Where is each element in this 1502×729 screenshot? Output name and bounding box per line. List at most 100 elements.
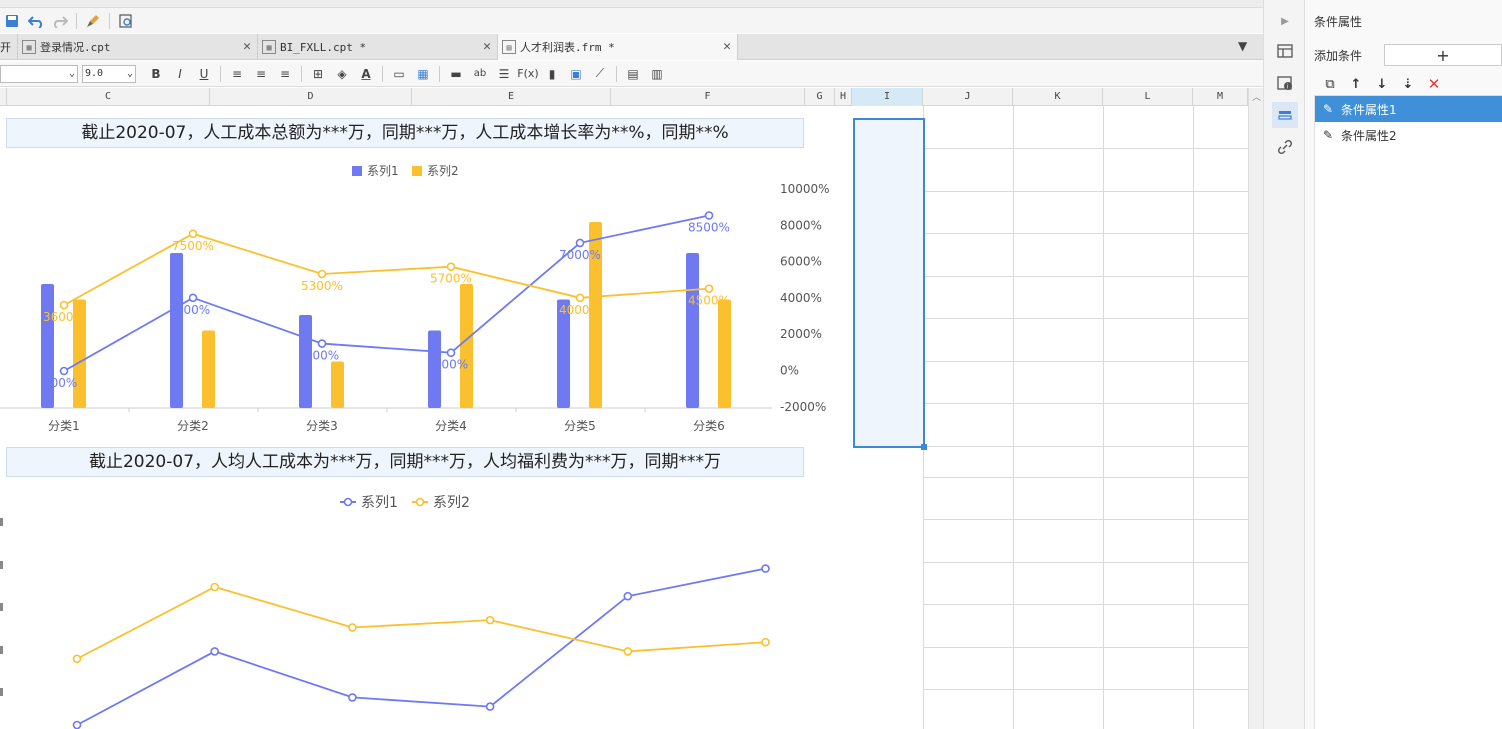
scroll-up-arrow-icon[interactable]: ︿ bbox=[1252, 90, 1261, 103]
grid-line bbox=[923, 477, 1248, 478]
x-tick-label: 分类3 bbox=[306, 419, 338, 433]
fill-color-icon[interactable]: ◈ bbox=[330, 64, 354, 84]
data-label: 8500% bbox=[688, 220, 730, 234]
align-left-icon[interactable]: ≡ bbox=[225, 64, 249, 84]
grid-line bbox=[1013, 106, 1014, 729]
tab-menu-icon[interactable]: ▼ bbox=[1238, 39, 1247, 53]
x-tick-label: 分类2 bbox=[177, 419, 209, 433]
delete-icon[interactable]: ✕ bbox=[1424, 74, 1444, 94]
italic-button[interactable]: I bbox=[168, 64, 192, 84]
column-header[interactable]: F bbox=[611, 88, 805, 106]
line-point bbox=[704, 284, 714, 293]
insert-field-icon[interactable]: ▬ bbox=[444, 64, 468, 84]
column-header[interactable]: D bbox=[210, 88, 412, 106]
save-icon[interactable] bbox=[0, 10, 24, 32]
column-header[interactable]: K bbox=[1013, 88, 1103, 106]
close-icon[interactable]: ✕ bbox=[243, 39, 251, 54]
border-icon[interactable]: ⊞ bbox=[306, 64, 330, 84]
add-condition-button[interactable]: + bbox=[1384, 44, 1502, 66]
list-item[interactable]: ✎ 条件属性1 bbox=[1315, 96, 1502, 122]
series-line bbox=[63, 214, 710, 372]
redo-icon[interactable] bbox=[48, 10, 72, 32]
clear-format-brush-icon[interactable] bbox=[81, 10, 105, 32]
insert-subreport-icon[interactable]: ▤ bbox=[621, 64, 645, 84]
series-line bbox=[63, 232, 710, 306]
summary-banner-1[interactable]: 截止2020-07，人工成本总额为***万，同期***万，人工成本增长率为**%… bbox=[6, 118, 804, 148]
font-color-icon[interactable]: A bbox=[354, 64, 378, 84]
line-point bbox=[188, 229, 198, 239]
move-up-icon[interactable]: ↑ bbox=[1346, 74, 1366, 94]
line-point bbox=[485, 702, 495, 711]
tab-bi-fxll[interactable]: ▦ BI_FXLL.cpt * ✕ bbox=[258, 34, 498, 60]
insert-slash-icon[interactable]: ⟋ bbox=[588, 64, 612, 84]
summary-banner-2[interactable]: 截止2020-07，人均人工成本为***万，同期***万，人均福利费为***万，… bbox=[6, 447, 804, 477]
column-header[interactable]: L bbox=[1103, 88, 1193, 106]
data-label: 3600% bbox=[43, 310, 85, 324]
hyperlink-icon[interactable] bbox=[1272, 134, 1298, 160]
condition-label: 条件属性1 bbox=[1341, 102, 1397, 117]
tab-truncated[interactable]: 开 bbox=[0, 34, 18, 60]
font-size-select[interactable]: 9.0 ⌄ bbox=[82, 64, 136, 83]
copy-icon[interactable]: ⧉ bbox=[1320, 74, 1340, 94]
line-point bbox=[210, 582, 219, 592]
insert-rich-text-icon[interactable]: ☰ bbox=[492, 64, 516, 84]
insert-text-icon[interactable]: ab bbox=[468, 64, 492, 84]
line-chart[interactable]: 系列1 系列2 bbox=[0, 478, 852, 729]
condition-label: 条件属性2 bbox=[1341, 128, 1397, 143]
column-header[interactable] bbox=[0, 88, 7, 106]
y2-tick-label: -2000% bbox=[780, 400, 826, 414]
underline-button[interactable]: U bbox=[192, 64, 216, 84]
bold-button[interactable]: B bbox=[144, 64, 168, 84]
line-point bbox=[761, 637, 770, 647]
undo-icon[interactable] bbox=[24, 10, 48, 32]
line-point bbox=[188, 293, 198, 303]
grid-line bbox=[923, 519, 1248, 520]
grid-line bbox=[923, 562, 1248, 563]
move-down-icon[interactable]: ↓ bbox=[1372, 74, 1392, 94]
column-header[interactable]: J bbox=[923, 88, 1013, 106]
cell-element-icon[interactable] bbox=[1272, 38, 1298, 64]
list-item[interactable]: ✎ 条件属性2 bbox=[1315, 122, 1502, 148]
data-label: 7000% bbox=[559, 248, 601, 262]
condition-attribute-icon[interactable] bbox=[1272, 102, 1298, 128]
insert-table-icon[interactable]: ▦ bbox=[411, 64, 435, 84]
grid-line bbox=[1193, 106, 1194, 729]
tab-talent-profit[interactable]: ▤ 人才利润表.frm * ✕ bbox=[498, 34, 738, 60]
line-point bbox=[575, 238, 585, 248]
column-header[interactable]: C bbox=[7, 88, 210, 106]
edit-pencil-icon: ✎ bbox=[1322, 128, 1334, 142]
column-header[interactable]: G bbox=[805, 88, 835, 106]
tab-label: 登录情况.cpt bbox=[40, 41, 111, 54]
font-family-select[interactable]: ⌄ bbox=[0, 64, 78, 83]
expand-arrow-icon[interactable]: ▶ bbox=[1272, 8, 1298, 34]
close-icon[interactable]: ✕ bbox=[723, 39, 731, 54]
legend-label: 系列1 bbox=[361, 495, 398, 511]
insert-image-icon[interactable]: ▣ bbox=[564, 64, 588, 84]
tab-login-status[interactable]: ▦ 登录情况.cpt ✕ bbox=[18, 34, 258, 60]
column-header[interactable]: E bbox=[412, 88, 611, 106]
preview-icon[interactable] bbox=[114, 10, 138, 32]
merge-cell-icon[interactable]: ▭ bbox=[387, 64, 411, 84]
line-point bbox=[623, 591, 633, 601]
data-label: 5300% bbox=[301, 279, 343, 293]
align-center-icon[interactable]: ≡ bbox=[249, 64, 273, 84]
insert-formula-icon[interactable]: F(x) bbox=[516, 64, 540, 84]
insert-chart-icon[interactable]: ▮ bbox=[540, 64, 564, 84]
grid-line bbox=[923, 446, 1248, 447]
selected-cell[interactable] bbox=[853, 118, 925, 448]
fill-handle[interactable] bbox=[921, 444, 927, 450]
combo-bar-line-chart[interactable]: 系列1 系列2 分类1 分类2 分类3 分类4 分类5 分类6 10000% 8000% 6000%… bbox=[0, 150, 840, 445]
column-header[interactable]: M bbox=[1193, 88, 1248, 106]
vertical-scrollbar[interactable]: ︿ bbox=[1248, 88, 1263, 729]
column-header[interactable]: H bbox=[835, 88, 852, 106]
insert-list-icon[interactable]: ▥ bbox=[645, 64, 669, 84]
quick-toolbar bbox=[0, 8, 1263, 33]
toolbar-separator bbox=[382, 65, 383, 82]
close-icon[interactable]: ✕ bbox=[483, 39, 491, 54]
column-header-selected[interactable]: I bbox=[852, 88, 923, 106]
cell-attribute-icon[interactable]: i bbox=[1272, 70, 1298, 96]
line-point bbox=[761, 564, 770, 573]
line-point bbox=[704, 211, 714, 220]
sort-icon[interactable]: ⇣ bbox=[1398, 74, 1418, 94]
align-right-icon[interactable]: ≡ bbox=[273, 64, 297, 84]
